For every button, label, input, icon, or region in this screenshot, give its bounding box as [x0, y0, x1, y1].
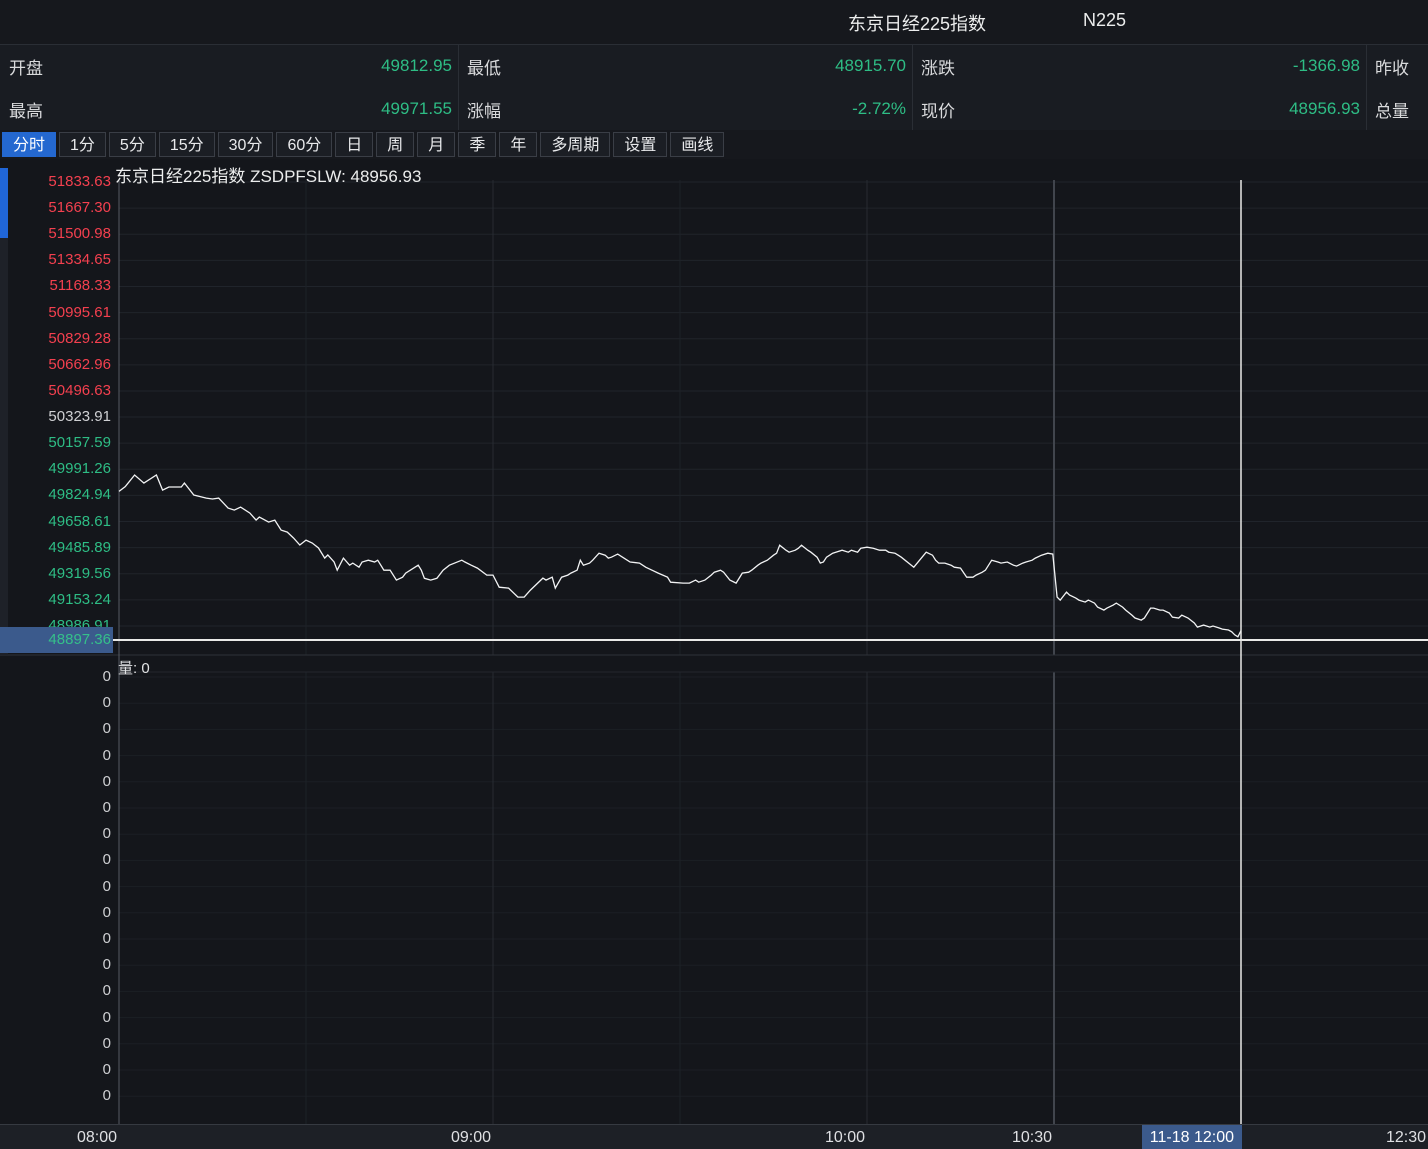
tab-季[interactable]: 季 — [458, 132, 496, 157]
instrument-symbol: N225 — [1083, 10, 1126, 31]
volume-tick-label: 0 — [103, 747, 111, 764]
volume-indicator-label: 量: 0 — [118, 657, 150, 678]
quote-info-bar: 开盘49812.95最低48915.70涨跌-1366.98昨收最高49971.… — [0, 45, 1428, 131]
volume-tick-label: 0 — [103, 694, 111, 711]
quote-field-value: 49812.95 — [43, 56, 458, 76]
price-tick-label: 49991.26 — [48, 460, 111, 477]
volume-tick-label: 0 — [103, 930, 111, 947]
price-tick-label: 50995.61 — [48, 304, 111, 321]
time-tick-label: 10:30 — [1012, 1125, 1052, 1149]
tab-日[interactable]: 日 — [335, 132, 373, 157]
volume-tick-label: 0 — [103, 1061, 111, 1078]
volume-tick-label: 0 — [103, 1087, 111, 1104]
price-volume-chart[interactable] — [0, 159, 1428, 1149]
price-tick-label: 51168.33 — [50, 277, 111, 294]
tab-设置[interactable]: 设置 — [613, 132, 667, 157]
quote-field-label: 涨幅 — [458, 97, 501, 122]
price-tick-label: 50829.28 — [48, 330, 111, 347]
quote-field-value: 49971.55 — [43, 99, 458, 119]
price-tick-label: 50157.59 — [48, 434, 111, 451]
price-tick-label: 50662.96 — [48, 356, 111, 373]
time-axis: 08:00 09:00 10:00 10:30 11-18 12:00 12:30 — [0, 1124, 1428, 1149]
volume-tick-label: 0 — [103, 720, 111, 737]
quote-field-label: 最高 — [0, 97, 43, 122]
quote-field: 最高49971.55 — [0, 88, 458, 130]
quote-field-value: 48956.93 — [955, 99, 1366, 119]
quote-field-label: 昨收 — [1366, 54, 1409, 79]
left-scrollbar — [0, 168, 8, 655]
quote-field-label: 总量 — [1366, 97, 1409, 122]
tab-周[interactable]: 周 — [376, 132, 414, 157]
chart-region: 东京日经225指数 ZSDPFSLW: 48956.93 51833.63 516… — [0, 159, 1428, 1149]
tab-多周期[interactable]: 多周期 — [540, 132, 610, 157]
volume-tick-label: 0 — [103, 956, 111, 973]
volume-tick-label: 0 — [103, 904, 111, 921]
quote-field: 最低48915.70 — [458, 45, 912, 87]
volume-tick-label: 0 — [103, 825, 111, 842]
price-tick-label: 49153.24 — [48, 591, 111, 608]
volume-tick-label: 0 — [103, 878, 111, 895]
volume-tick-label: 0 — [103, 851, 111, 868]
quote-field: 涨幅-2.72% — [458, 88, 912, 130]
quote-field-value: 48915.70 — [501, 56, 912, 76]
instrument-name: 东京日经225指数 — [848, 10, 986, 36]
time-tick-label: 12:30 — [1386, 1125, 1426, 1149]
quote-field-label: 涨跌 — [912, 54, 955, 79]
tab-5分[interactable]: 5分 — [109, 132, 156, 157]
price-tick-label: 49319.56 — [48, 565, 111, 582]
left-scrollbar-thumb[interactable] — [0, 168, 8, 238]
tab-30分[interactable]: 30分 — [218, 132, 274, 157]
price-tick-label: 51833.63 — [48, 173, 111, 190]
price-tick-label: 51667.30 — [48, 199, 111, 216]
title-bar: 东京日经225指数 N225 — [0, 0, 1428, 45]
tab-月[interactable]: 月 — [417, 132, 455, 157]
quote-field: 昨收 — [1366, 45, 1428, 87]
quote-field-value: -2.72% — [501, 99, 912, 119]
time-tick-label: 10:00 — [825, 1125, 865, 1149]
quote-field: 现价48956.93 — [912, 88, 1366, 130]
time-tick-label: 08:00 — [77, 1125, 117, 1149]
pane-title: 东京日经225指数 ZSDPFSLW: 48956.93 — [115, 162, 421, 187]
tab-60分[interactable]: 60分 — [276, 132, 332, 157]
quote-field: 开盘49812.95 — [0, 45, 458, 87]
crosshair-time-label: 11-18 12:00 — [1142, 1125, 1242, 1149]
time-tick-label: 09:00 — [451, 1125, 491, 1149]
price-tick-label: 49658.61 — [48, 513, 111, 530]
quote-field-label: 现价 — [912, 97, 955, 122]
tab-1分[interactable]: 1分 — [59, 132, 106, 157]
volume-tick-label: 0 — [103, 1009, 111, 1026]
tab-年[interactable]: 年 — [499, 132, 537, 157]
price-tick-label: 51334.65 — [48, 251, 111, 268]
volume-tick-label: 0 — [103, 773, 111, 790]
quote-field-label: 最低 — [458, 54, 501, 79]
tab-15分[interactable]: 15分 — [159, 132, 215, 157]
price-tick-label: 51500.98 — [48, 225, 111, 242]
price-tick-label: 50323.91 — [48, 408, 111, 425]
quote-field-label: 开盘 — [0, 54, 43, 79]
tab-画线[interactable]: 画线 — [670, 132, 724, 157]
stock-chart-app: 东京日经225指数 N225 开盘49812.95最低48915.70涨跌-13… — [0, 0, 1428, 1149]
crosshair-price-label: 48897.36 — [0, 627, 113, 653]
price-tick-label: 50496.63 — [48, 382, 111, 399]
price-tick-label: 49824.94 — [48, 486, 111, 503]
volume-tick-label: 0 — [103, 668, 111, 685]
period-tab-bar: 分时1分5分15分30分60分日周月季年多周期设置画线 — [0, 130, 1428, 159]
quote-field: 涨跌-1366.98 — [912, 45, 1366, 87]
volume-tick-label: 0 — [103, 1035, 111, 1052]
quote-field: 总量 — [1366, 88, 1428, 130]
quote-field-value: -1366.98 — [955, 56, 1366, 76]
volume-tick-label: 0 — [103, 982, 111, 999]
tab-分时[interactable]: 分时 — [2, 132, 56, 157]
price-tick-label: 49485.89 — [48, 539, 111, 556]
volume-tick-label: 0 — [103, 799, 111, 816]
